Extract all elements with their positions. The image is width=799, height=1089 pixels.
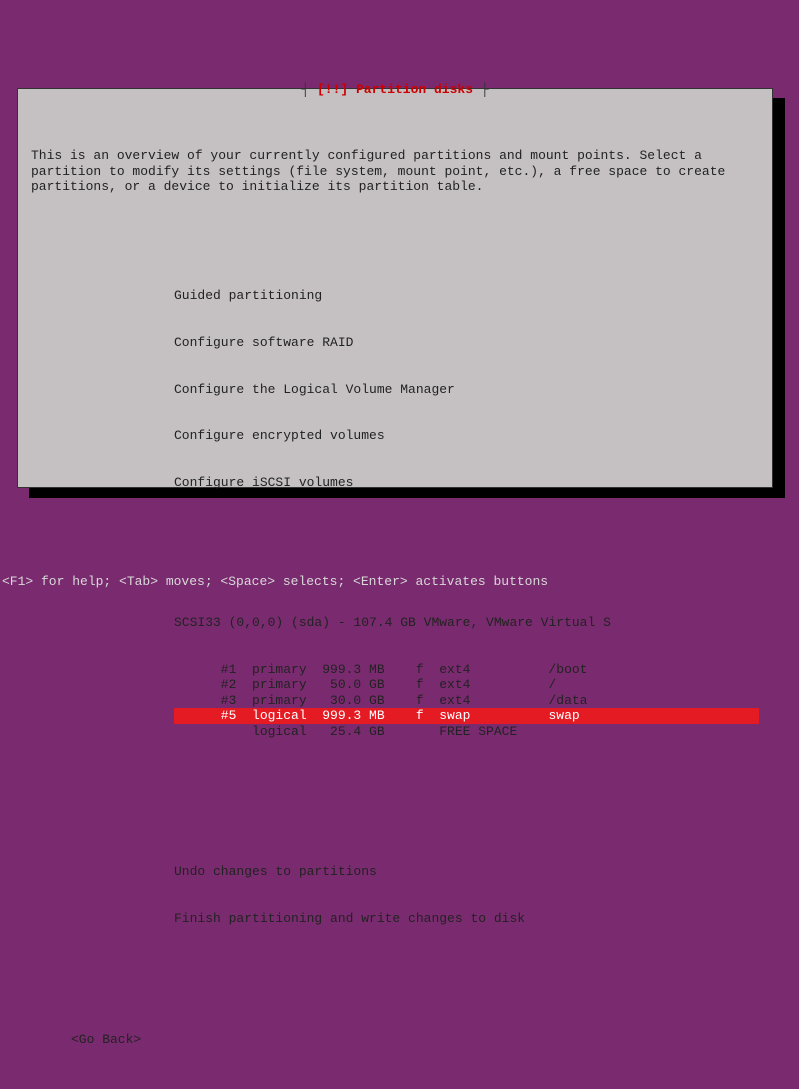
disk-header[interactable]: SCSI33 (0,0,0) (sda) - 107.4 GB VMware, … — [174, 615, 759, 631]
partition-dialog: ┤ [!!] Partition disks ├ This is an over… — [17, 88, 773, 488]
title-right-bracket: ├ — [473, 82, 489, 97]
go-back-button[interactable]: <Go Back> — [71, 1032, 759, 1048]
title-text: Partition disks — [348, 82, 473, 97]
partition-row-0[interactable]: #1 primary 999.3 MB f ext4 /boot — [174, 662, 759, 678]
menu-iscsi[interactable]: Configure iSCSI volumes — [174, 475, 759, 491]
partition-row-4[interactable]: logical 25.4 GB FREE SPACE — [174, 724, 759, 740]
action-undo[interactable]: Undo changes to partitions — [174, 864, 759, 880]
partition-row-2[interactable]: #3 primary 30.0 GB f ext4 /data — [174, 693, 759, 709]
intro-text: This is an overview of your currently co… — [31, 148, 759, 195]
title-left-bracket: ┤ — [301, 82, 317, 97]
partition-row-1[interactable]: #2 primary 50.0 GB f ext4 / — [174, 677, 759, 693]
title-marker: [!!] — [317, 82, 348, 97]
config-menu: Guided partitioning Configure software R… — [174, 257, 759, 522]
menu-raid[interactable]: Configure software RAID — [174, 335, 759, 351]
partition-list: SCSI33 (0,0,0) (sda) - 107.4 GB VMware, … — [31, 584, 759, 771]
menu-encrypted[interactable]: Configure encrypted volumes — [174, 428, 759, 444]
actions-menu: Undo changes to partitions Finish partit… — [174, 833, 759, 958]
dialog-title: ┤ [!!] Partition disks ├ — [18, 82, 772, 98]
menu-lvm[interactable]: Configure the Logical Volume Manager — [174, 382, 759, 398]
action-finish[interactable]: Finish partitioning and write changes to… — [174, 911, 759, 927]
menu-guided[interactable]: Guided partitioning — [174, 288, 759, 304]
partition-row-3[interactable]: #5 logical 999.3 MB f swap swap — [174, 708, 759, 724]
help-footer: <F1> for help; <Tab> moves; <Space> sele… — [2, 574, 548, 590]
